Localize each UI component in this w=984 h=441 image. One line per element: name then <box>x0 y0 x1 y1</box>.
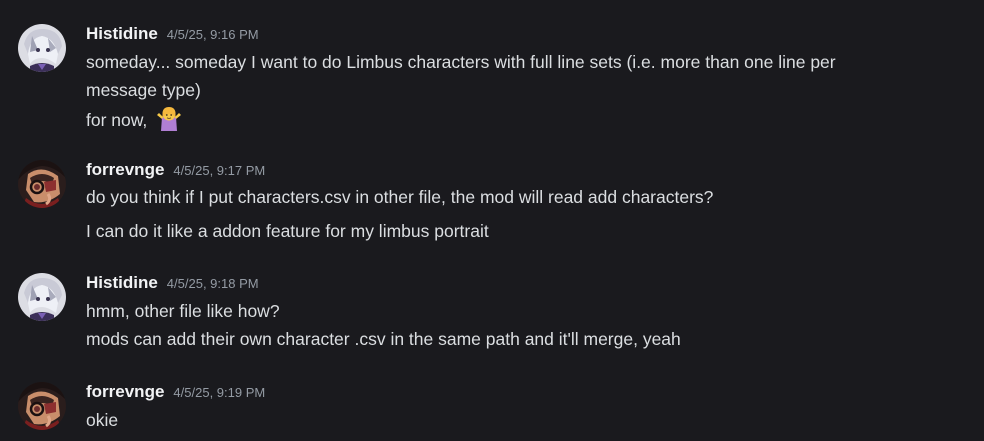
username[interactable]: Histidine <box>86 24 158 44</box>
avatar[interactable] <box>18 382 66 430</box>
timestamp: 4/5/25, 9:19 PM <box>173 385 266 400</box>
timestamp: 4/5/25, 9:17 PM <box>173 163 266 178</box>
username[interactable]: forrevnge <box>86 382 164 402</box>
message-text: mods can add their own character .csv in… <box>86 329 681 349</box>
username[interactable]: Histidine <box>86 273 158 293</box>
message-text: someday... someday I want to do Limbus c… <box>86 52 836 72</box>
avatar[interactable] <box>18 273 66 321</box>
message-text: hmm, other file like how? <box>86 301 280 321</box>
message-text: message type) <box>86 80 201 100</box>
timestamp: 4/5/25, 9:18 PM <box>166 276 259 291</box>
person-shrugging-emoji[interactable] <box>156 105 182 137</box>
message-line-with-emoji: for now, <box>86 105 182 137</box>
message-text: for now, <box>86 110 148 130</box>
message-text: okie <box>86 410 119 430</box>
avatar[interactable] <box>18 24 66 72</box>
message-text: I can do it like a addon feature for my … <box>86 221 489 241</box>
username[interactable]: forrevnge <box>86 160 164 180</box>
timestamp: 4/5/25, 9:16 PM <box>166 27 259 42</box>
avatar[interactable] <box>18 160 66 208</box>
message-text: do you think if I put characters.csv in … <box>86 187 714 207</box>
